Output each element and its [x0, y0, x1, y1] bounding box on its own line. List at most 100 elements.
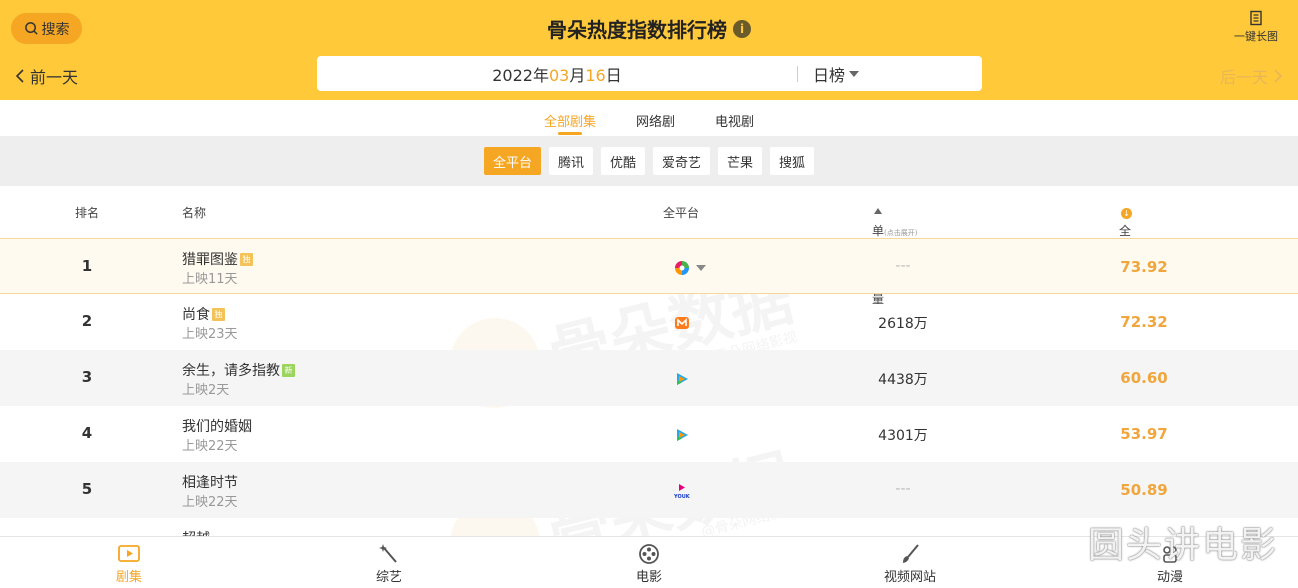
drama-name: 尚食: [182, 307, 210, 323]
date-month-unit: 月: [569, 65, 586, 85]
drama-name: 相逢时节: [182, 475, 238, 491]
rank-number: 1: [81, 257, 93, 275]
page-title: 骨朵热度指数排行榜 i: [0, 14, 1298, 43]
tencent-icon: [677, 429, 688, 441]
drama-title[interactable]: 我们的婚姻: [182, 416, 252, 436]
plays-hint: (点击展开): [884, 229, 918, 237]
type-tabs: 全部剧集 网络剧 电视剧: [0, 100, 1298, 136]
prev-day-label: 前一天: [30, 68, 79, 87]
magic-wand-icon: [379, 544, 397, 563]
exclusive-badge: 独: [212, 307, 225, 321]
date-display[interactable]: 2022年03月16日: [317, 62, 797, 86]
next-day-button[interactable]: 后一天: [1220, 64, 1282, 88]
nav-video-sites[interactable]: 视频网站: [870, 543, 950, 585]
drama-title[interactable]: 超越: [182, 528, 210, 536]
platform-iqiyi[interactable]: 爱奇艺: [653, 147, 711, 175]
rank-number: 5: [81, 480, 93, 498]
days-on-air: 上映2天: [182, 383, 230, 398]
multi-platform-icon: [675, 261, 689, 275]
heat-value: 60.60: [1120, 369, 1168, 387]
film-reel-icon: [639, 544, 659, 564]
platform-tencent[interactable]: 腾讯: [548, 147, 593, 175]
rank-number: 2: [81, 312, 93, 330]
heat-value: 72.32: [1120, 313, 1168, 331]
svg-text:YOUKU: YOUKU: [674, 494, 690, 499]
col-name: 名称: [182, 206, 207, 220]
nav-label: 动漫: [1156, 570, 1183, 585]
platform-all[interactable]: 全平台: [483, 147, 541, 175]
document-icon: [1250, 10, 1262, 26]
table-row[interactable]: 3 余生，请多指教新 上映2天 4438万 60.60: [0, 350, 1298, 406]
youku-icon: YOUKU: [674, 484, 690, 499]
days-on-air: 上映22天: [182, 495, 238, 510]
nav-variety[interactable]: 综艺: [349, 543, 429, 585]
drama-title[interactable]: 猎罪图鉴独: [182, 249, 253, 269]
nav-label: 剧集: [115, 570, 142, 585]
col-plays[interactable]: 单日播放量: [872, 204, 884, 306]
nav-label: 视频网站: [883, 570, 936, 585]
rank-type-label: 日榜: [813, 65, 846, 85]
heat-value: 50.89: [1120, 481, 1168, 499]
title-text: 骨朵热度指数排行榜: [547, 18, 727, 42]
nav-movie[interactable]: 电影: [609, 543, 689, 585]
drama-title[interactable]: 尚食独: [182, 304, 225, 324]
tab-all-series[interactable]: 全部剧集: [544, 100, 596, 136]
info-icon[interactable]: i: [733, 19, 751, 38]
chevron-left-icon: [16, 69, 24, 83]
rank-number: 4: [81, 424, 93, 442]
nav-drama[interactable]: 剧集: [89, 543, 169, 585]
drama-title[interactable]: 相逢时节: [182, 472, 238, 492]
exclusive-badge: 独: [240, 252, 253, 266]
tencent-icon: [677, 373, 688, 385]
drama-name: 超越: [182, 528, 210, 536]
long-image-button[interactable]: 一键长图: [1230, 10, 1282, 44]
expand-platforms-icon[interactable]: [696, 265, 706, 271]
date-year-unit: 年: [532, 65, 549, 85]
sort-down-icon: ↓: [1121, 208, 1132, 219]
tab-web-series[interactable]: 网络剧: [636, 100, 675, 136]
days-on-air: 上映11天: [182, 272, 238, 287]
daily-plays: 2618万: [878, 316, 928, 332]
col-rank: 排名: [75, 206, 100, 220]
platform-mango[interactable]: 芒果: [718, 147, 763, 175]
drama-name: 余生，请多指教: [182, 363, 280, 379]
header: 搜索 骨朵热度指数排行榜 i 一键长图 前一天 2022年03月16日 日榜 后…: [0, 0, 1298, 100]
next-day-label: 后一天: [1219, 68, 1268, 87]
mango-icon: [675, 317, 689, 329]
daily-plays: 4438万: [878, 372, 928, 388]
platform-filter: 全平台 腾讯 优酷 爱奇艺 芒果 搜狐: [0, 136, 1298, 186]
sort-up-icon: [874, 208, 882, 214]
table-header: 排名 名称 全平台 单日播放量 (点击展开) 全网热度↓: [0, 186, 1298, 306]
daily-plays: ---: [895, 481, 911, 497]
heat-value: 73.92: [1120, 258, 1168, 276]
date-month: 03: [548, 65, 570, 85]
date-year: 2022: [492, 65, 533, 85]
rank-type-dropdown[interactable]: 日榜: [813, 62, 860, 86]
tab-tv-series[interactable]: 电视剧: [715, 100, 754, 136]
rank-number: 3: [81, 368, 93, 386]
platform-sohu[interactable]: 搜狐: [770, 147, 815, 175]
brush-icon: [903, 544, 919, 563]
date-day: 16: [585, 65, 606, 85]
table-row[interactable]: 5 相逢时节 上映22天 YOUKU --- 50.89: [0, 462, 1298, 518]
drama-name: 猎罪图鉴: [182, 252, 238, 268]
col-heat[interactable]: 全网热度↓: [1119, 204, 1132, 289]
heat-value: 53.97: [1120, 425, 1168, 443]
prev-day-button[interactable]: 前一天: [16, 64, 78, 88]
date-day-unit: 日: [605, 65, 622, 85]
days-on-air: 上映22天: [182, 439, 238, 454]
col-platform[interactable]: 全平台: [663, 204, 699, 221]
drama-title[interactable]: 余生，请多指教新: [182, 360, 295, 380]
platform-youku[interactable]: 优酷: [600, 147, 645, 175]
table-row[interactable]: 1 猎罪图鉴独 上映11天 --- 73.92: [0, 238, 1298, 294]
chevron-right-icon: [1274, 69, 1282, 83]
corner-watermark: 圆头讲电影: [1087, 525, 1278, 566]
caret-down-icon: [849, 70, 860, 77]
days-on-air: 上映23天: [182, 327, 238, 342]
divider: [797, 65, 798, 82]
play-icon: [118, 545, 140, 562]
table-row[interactable]: 2 尚食独 上映23天 2618万 72.32: [0, 294, 1298, 350]
table-row[interactable]: 4 我们的婚姻 上映22天 4301万 53.97: [0, 406, 1298, 462]
new-badge: 新: [282, 363, 295, 377]
date-selector[interactable]: 2022年03月16日 日榜: [317, 56, 982, 91]
